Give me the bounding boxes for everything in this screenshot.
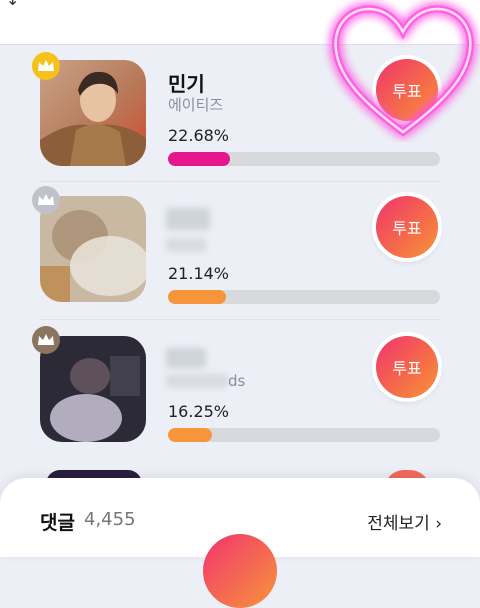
vote-button[interactable]: 투표 bbox=[376, 336, 438, 398]
comments-count: 4,455 bbox=[84, 509, 136, 530]
artist-group: 에이티즈 bbox=[168, 96, 224, 114]
crown-icon bbox=[32, 186, 60, 214]
blurred-name bbox=[166, 208, 210, 230]
blurred-name bbox=[166, 348, 206, 368]
artist-name: 민기 bbox=[168, 72, 205, 96]
floating-action-button[interactable] bbox=[203, 534, 277, 608]
comments-bar: 댓글 4,455 전체보기 › bbox=[0, 478, 480, 608]
artist-photo bbox=[40, 196, 146, 302]
crown-icon bbox=[32, 52, 60, 80]
view-all-link[interactable]: 전체보기 › bbox=[367, 509, 442, 534]
comments-label: 댓글 bbox=[40, 512, 75, 534]
vote-progress-bar bbox=[168, 152, 440, 166]
artist-photo bbox=[40, 336, 146, 442]
vote-progress-fill bbox=[168, 428, 213, 442]
vote-progress-fill bbox=[168, 290, 226, 304]
vote-progress-fill bbox=[168, 152, 230, 166]
vote-progress-bar bbox=[168, 290, 440, 304]
top-bar: ↓ bbox=[0, 0, 480, 45]
blurred-group bbox=[166, 238, 206, 252]
vote-button[interactable]: 투표 bbox=[376, 59, 438, 121]
ranking-row-3: ds 16.25% 투표 bbox=[0, 320, 480, 458]
ranking-row-2: 21.14% 투표 bbox=[0, 182, 480, 320]
vote-button[interactable]: 투표 bbox=[376, 196, 438, 258]
crown-icon bbox=[32, 326, 60, 354]
ranking-row-1: 민기 에이티즈 22.68% 투표 bbox=[0, 44, 480, 182]
back-arrow-icon[interactable]: ↓ bbox=[6, 0, 19, 9]
vote-progress-bar bbox=[168, 428, 440, 442]
vote-percentage: 16.25% bbox=[168, 402, 230, 421]
vote-percentage: 22.68% bbox=[168, 126, 230, 145]
artist-group: ds bbox=[228, 372, 246, 390]
blurred-group bbox=[166, 374, 228, 388]
vote-percentage: 21.14% bbox=[168, 264, 230, 283]
